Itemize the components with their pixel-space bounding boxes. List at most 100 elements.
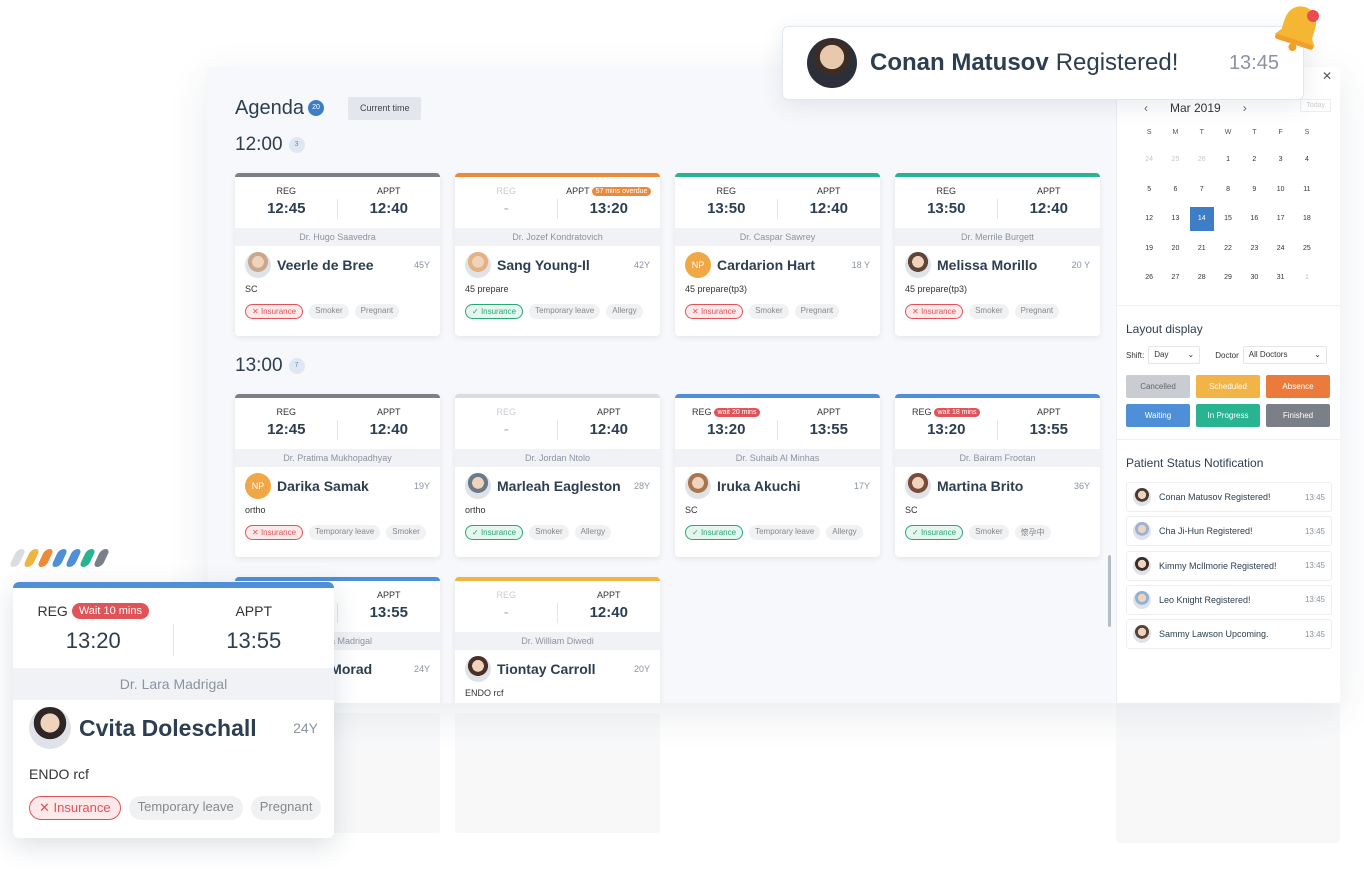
calendar-day[interactable]: 2 (1241, 153, 1267, 183)
insurance-tag: ✓ Insurance (465, 525, 524, 540)
slot-header: 12:00 3 (235, 134, 305, 156)
tag: Temporary leave (529, 304, 601, 319)
status-in-progress-button[interactable]: In Progress (1196, 404, 1260, 427)
appointment-card[interactable]: REG - APPT 57 mins overdue 13:20 Dr. Jozef Ko… (455, 173, 660, 336)
reg-label-row: REG (895, 185, 998, 197)
patient-age: 20Y (633, 664, 650, 674)
status-absence-button[interactable]: Absence (1266, 375, 1330, 398)
calendar-day[interactable]: 24 (1267, 242, 1293, 272)
calendar-day[interactable]: 5 (1136, 183, 1162, 213)
calendar-day[interactable]: 6 (1162, 183, 1188, 213)
appointment-card[interactable]: REG wait 20 mins 13:20 APPT 13:55 Dr. Suhaib … (675, 394, 880, 557)
card-times: REG 12:45 APPT 12:40 (235, 398, 440, 449)
status-waiting-button[interactable]: Waiting (1126, 404, 1190, 427)
notification-item[interactable]: Sammy Lawson Upcoming. 13:45 (1126, 619, 1332, 650)
calendar-day[interactable]: 31 (1267, 271, 1293, 301)
calendar-day[interactable]: 28 (1189, 271, 1215, 301)
calendar-day[interactable]: 20 (1162, 242, 1188, 272)
calendar-day[interactable]: 9 (1241, 183, 1267, 213)
calendar-day-selected[interactable]: 14 (1189, 207, 1215, 242)
calendar-day[interactable]: 30 (1241, 271, 1267, 301)
weekday-label: T (1199, 129, 1204, 136)
calendar-day[interactable]: 21 (1189, 242, 1215, 272)
notification-time: 13:45 (1304, 526, 1325, 536)
calendar-day[interactable]: 26 (1189, 153, 1215, 183)
day-number: 17 (1276, 215, 1285, 222)
notification-item[interactable]: Kimmy McIlmorie Registered! 13:45 (1126, 550, 1332, 581)
notification-item[interactable]: Conan Matusov Registered! 13:45 (1126, 482, 1332, 512)
color-swatch (92, 549, 111, 567)
registration-toast[interactable]: Conan Matusov Registered! 13:45 (782, 26, 1304, 100)
reg-label-row: REG (455, 185, 558, 197)
patient-avatar (685, 473, 711, 499)
calendar-day[interactable]: 10 (1267, 183, 1293, 213)
appointment-card[interactable]: REG 12:45 APPT 12:40 Dr. Hugo Saavedra Veerle… (235, 173, 440, 336)
calendar-day[interactable]: 1 (1294, 271, 1320, 301)
day-number: 14 (1189, 207, 1214, 231)
status-finished-button[interactable]: Finished (1266, 404, 1330, 427)
appt-time: 12:40 (809, 200, 848, 217)
tag-label: 懷孕中 (1020, 528, 1045, 537)
calendar-day[interactable]: 16 (1241, 212, 1267, 242)
day-number: 11 (1303, 185, 1311, 193)
calendar-day[interactable]: 23 (1241, 242, 1267, 272)
patient-note: ortho (245, 505, 266, 515)
tag-label: Pregnant (259, 799, 313, 814)
calendar-day[interactable]: 12 (1136, 212, 1162, 242)
tag-label: Smoker (315, 306, 343, 315)
calendar-day[interactable]: 15 (1215, 212, 1241, 242)
prev-month-icon[interactable]: ‹ (1136, 101, 1156, 115)
notification-item[interactable]: Cha Ji-Hun Registered! 13:45 (1126, 516, 1332, 547)
patient-name: Iruka Akuchi (717, 478, 801, 494)
current-time-button[interactable]: Current time (347, 96, 422, 120)
patient-age: 45Y (413, 260, 430, 270)
calendar-day[interactable]: 29 (1215, 271, 1241, 301)
appointment-card[interactable]: REG 12:45 APPT 12:40 Dr. Pratima Mukhopadhya… (235, 394, 440, 557)
close-icon[interactable]: ✕ (1322, 69, 1332, 83)
calendar-day[interactable]: 27 (1162, 271, 1188, 301)
calendar-day[interactable]: 17 (1267, 212, 1293, 242)
scrollbar[interactable] (1108, 555, 1111, 627)
reg-column: REG - (455, 406, 558, 449)
appointment-card[interactable]: REG - APPT 12:40 Dr. William Diwedi Tiontay C… (455, 577, 660, 703)
status-scheduled-button[interactable]: Scheduled (1196, 375, 1260, 398)
card-times: REG wait 20 mins 13:20 APPT 13:55 (675, 398, 880, 449)
appointment-card[interactable]: REG 13:50 APPT 12:40 Dr. Caspar Sawrey NP Card… (675, 173, 880, 336)
shift-select[interactable]: Day ⌄ (1148, 346, 1201, 364)
calendar-day[interactable]: 24 (1136, 153, 1162, 183)
calendar-day[interactable]: 18 (1294, 212, 1320, 242)
calendar-day[interactable]: 8 (1215, 183, 1241, 213)
patient-avatar (465, 473, 491, 499)
reg-column: REG 12:45 (235, 406, 338, 449)
tag-label: Insurance (53, 800, 111, 815)
appointment-card[interactable]: REG - APPT 12:40 Dr. Jordan Ntolo Marleah Eag… (455, 394, 660, 557)
calendar-day[interactable]: 4 (1294, 153, 1320, 183)
patient-avatar: NP (245, 473, 271, 499)
appointment-card[interactable]: REG 13:50 APPT 12:40 Dr. Merrile Burgett Meli… (895, 173, 1100, 336)
appointment-card[interactable]: REG wait 18 mins 13:20 APPT 13:55 Dr. Bairam … (895, 394, 1100, 557)
day-number: 12 (1145, 215, 1154, 222)
appt-column: APPT 13:55 (174, 602, 335, 668)
today-button[interactable]: Today (1300, 99, 1331, 112)
zoomed-appointment-card[interactable]: REG Wait 10 mins 13:20 APPT 13:55 Dr. Lar… (13, 582, 334, 838)
weekday-label: S (1146, 129, 1152, 136)
calendar-day[interactable]: 1 (1215, 153, 1241, 183)
next-month-icon[interactable]: › (1235, 101, 1255, 115)
calendar-day[interactable]: 26 (1136, 271, 1162, 301)
calendar-day[interactable]: 19 (1136, 242, 1162, 272)
doctor-select[interactable]: All Doctors ⌄ (1242, 346, 1327, 364)
appt-label-row: APPT (998, 406, 1101, 418)
calendar-day[interactable]: 3 (1267, 153, 1293, 183)
divider (1117, 305, 1340, 306)
patient-note: 45 prepare(tp3) (685, 284, 748, 294)
calendar-day[interactable]: 22 (1215, 242, 1241, 272)
weekday-label: M (1172, 129, 1179, 136)
status-cancelled-button[interactable]: Cancelled (1126, 375, 1190, 398)
appt-time: 13:55 (809, 421, 848, 438)
calendar-day[interactable]: 25 (1162, 153, 1188, 183)
notification-item[interactable]: Leo Knight Registered! 13:45 (1126, 584, 1332, 615)
calendar-day[interactable]: 13 (1162, 212, 1188, 242)
calendar-day[interactable]: 11 (1294, 183, 1320, 213)
bell-icon (1274, 6, 1319, 52)
calendar-day[interactable]: 25 (1294, 242, 1320, 272)
